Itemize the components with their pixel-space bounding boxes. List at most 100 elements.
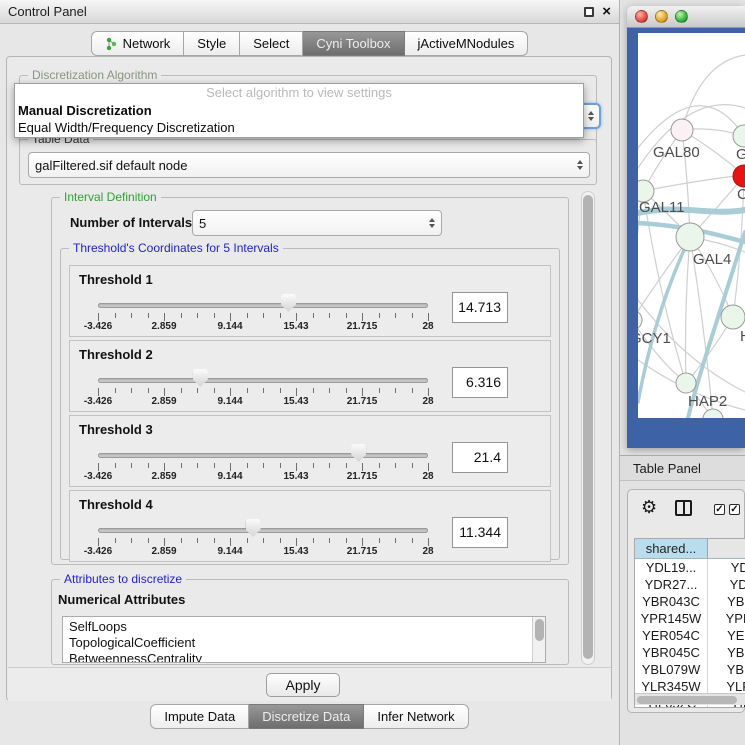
network-node-gal80[interactable] [671,119,693,141]
tab-label: Select [253,36,289,51]
close-icon[interactable]: × [602,7,611,17]
table-cell[interactable]: YBR043C [708,593,745,610]
table-data-group: Table Data galFiltered.sif default node [19,139,597,185]
table-cell[interactable]: YDL19... [708,559,745,576]
checkbox-icon[interactable]: ✓ [714,504,725,515]
slider-ticks [98,313,428,321]
threshold-value-field[interactable]: 21.4 [452,442,508,473]
attributes-list-scrollbar[interactable] [532,617,545,662]
table-panel: ⚙ ✓ ✓ shared...naYDL19...YDL19...YDR27..… [627,489,745,713]
checkbox-icon[interactable]: ✓ [729,504,740,515]
threshold-slider-thumb[interactable] [246,519,261,537]
tab-discretize-data[interactable]: Discretize Data [249,704,364,729]
tab-impute-data[interactable]: Impute Data [150,704,249,729]
network-node-gal4[interactable] [676,223,704,251]
tab-jactivemnodules[interactable]: jActiveMNodules [405,31,529,56]
num-intervals-combobox[interactable]: 5 [192,210,442,236]
settings-scrollbar-thumb[interactable] [583,195,593,659]
network-node-h[interactable] [721,305,745,329]
settings-scrollbar[interactable] [581,191,595,665]
threshold-slider-thumb[interactable] [351,444,366,462]
table-row[interactable]: YBR045CYBR045C [635,644,745,661]
threshold-slider-thumb[interactable] [281,294,296,312]
threshold-slider-thumb[interactable] [193,369,208,387]
network-edge[interactable] [638,237,690,320]
threshold-value-field[interactable]: 14.713 [452,292,508,323]
list-item-selfloops[interactable]: SelfLoops [69,619,545,635]
float-window-icon[interactable] [584,7,594,17]
tab-cyni-toolbox[interactable]: Cyni Toolbox [303,31,404,56]
dropdown-option-manual-discretization[interactable]: Manual Discretization [15,102,583,119]
columns-layout-icon[interactable] [675,500,692,516]
dropdown-hint-option[interactable]: Select algorithm to view settings [15,84,583,102]
table-data-combobox[interactable]: galFiltered.sif default node [28,152,590,178]
tab-style[interactable]: Style [184,31,240,56]
network-canvas[interactable]: GAL80GCGAL11GAL4GCY1HHAP2 [638,33,745,418]
settings-scroll-area: Interval Definition Number of Intervals … [15,189,605,667]
table-cell[interactable]: YDL19... [635,559,708,576]
column-header-1[interactable]: shared... [635,539,708,558]
tab-network[interactable]: Network [91,31,185,56]
table-scrollbar-thumb[interactable] [637,696,737,704]
network-edge[interactable] [686,237,691,383]
table-cell[interactable]: YBR043C [635,593,708,610]
table-panel-titlebar[interactable]: Table Panel [620,455,745,481]
table-row[interactable]: YDR27...YDR27... [635,576,745,593]
table-cell[interactable]: YDR27... [635,576,708,593]
table-cell[interactable]: YDR27... [708,576,745,593]
network-node-hap2[interactable] [676,373,696,393]
table-row[interactable]: YBR043CYBR043C [635,593,745,610]
threshold-value-field[interactable]: 11.344 [452,517,508,548]
table-row[interactable]: YER054CYER054C [635,627,745,644]
num-intervals-value: 5 [199,216,423,231]
table-cell[interactable]: YBR045C [708,644,745,661]
dropdown-option-equal-width-frequency[interactable]: Equal Width/Frequency Discretization [15,119,583,136]
slider-tick-labels: -3.4262.8599.14415.4321.71528 [98,321,428,333]
tab-label: jActiveMNodules [418,36,515,51]
table-cell[interactable]: YBL079W [708,661,745,678]
threshold-slider-track[interactable] [98,453,428,458]
table-row[interactable]: YBL079WYBL079W [635,661,745,678]
table-cell[interactable]: YER054C [635,627,708,644]
algorithm-dropdown-popup: Select algorithm to view settings Manual… [14,83,584,138]
tab-infer-network[interactable]: Infer Network [364,704,468,729]
slider-ticks [98,463,428,471]
list-item-betweennesscentrality[interactable]: BetweennessCentrality [69,651,545,663]
tab-label: Style [197,36,226,51]
table-data-combobox-value: galFiltered.sif default node [35,158,571,173]
column-header-2[interactable]: na [708,539,745,558]
table-cell[interactable]: YPR145W [635,610,708,627]
table-horizontal-scrollbar[interactable] [635,693,745,705]
minimize-traffic-light-icon[interactable] [655,10,668,23]
control-panel-title: Control Panel [8,4,87,19]
tab-select[interactable]: Select [240,31,303,56]
threshold-slider-track[interactable] [98,528,428,533]
list-item-topologicalcoefficient[interactable]: TopologicalCoefficient [69,635,545,651]
threshold-slider-track[interactable] [98,378,428,383]
network-node-c[interactable] [733,165,745,187]
table-row[interactable]: YPR145WYPR145W [635,610,745,627]
network-window-titlebar[interactable] [627,6,745,28]
table-cell[interactable]: YER054C [708,627,745,644]
network-node-gcy1[interactable] [638,310,642,330]
network-edge[interactable] [643,175,744,191]
gear-icon[interactable]: ⚙ [641,498,657,516]
table-cell[interactable]: YBL079W [635,661,708,678]
network-node-g[interactable] [733,125,745,147]
zoom-traffic-light-icon[interactable] [675,10,688,23]
network-edge[interactable] [682,55,745,130]
threshold-panel-4: Threshold 4-3.4262.8599.14415.4321.71528… [69,490,551,562]
apply-button[interactable]: Apply [266,673,340,697]
table-row[interactable]: YDL19...YDL19... [635,559,745,576]
threshold-panel-1: Threshold 1-3.4262.8599.14415.4321.71528… [69,265,551,337]
table-cell[interactable]: YBR045C [635,644,708,661]
close-traffic-light-icon[interactable] [635,10,648,23]
table-cell[interactable]: YPR145W [708,610,745,627]
network-node[interactable] [703,409,723,418]
numerical-attributes-list[interactable]: SelfLoopsTopologicalCoefficientBetweenne… [62,616,546,663]
threshold-slider-track[interactable] [98,303,428,308]
thresholds-group: Threshold's Coordinates for 5 Intervals … [60,248,560,560]
tab-label: Network [123,36,171,51]
network-graph-icon [105,37,118,51]
threshold-value-field[interactable]: 6.316 [452,367,508,398]
